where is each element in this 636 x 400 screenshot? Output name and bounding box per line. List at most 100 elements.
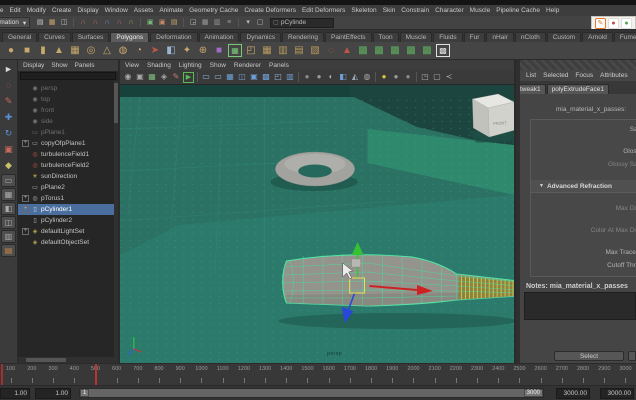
shelf-tab[interactable]: Curves <box>38 32 71 42</box>
timeline-playhead[interactable] <box>95 364 97 385</box>
default-lighting-icon[interactable]: ● <box>378 71 390 83</box>
shelf-tab[interactable]: Fur <box>464 32 486 42</box>
menu-item[interactable]: Modify <box>27 7 46 14</box>
field-chart-icon[interactable]: ◫ <box>236 71 248 83</box>
snap-view-icon[interactable]: ∩ <box>113 17 125 28</box>
camera-lock-icon[interactable]: ▣ <box>134 71 146 83</box>
timeline-tick[interactable]: 1900 <box>382 364 403 385</box>
output-connections-icon[interactable]: ▣ <box>156 17 168 28</box>
timeline-tick[interactable]: 2400 <box>488 364 509 385</box>
attribute-editor-menu-item[interactable]: List <box>526 72 536 79</box>
no-lights-icon[interactable]: ● <box>402 71 414 83</box>
menu-item[interactable]: Animate <box>159 7 183 14</box>
snap-surface-icon[interactable]: ∩ <box>125 17 137 28</box>
menu-item[interactable]: Edit Deformers <box>302 7 345 14</box>
lights-icon[interactable]: ◧ <box>337 71 349 83</box>
nparticle-icon[interactable]: ◌ <box>323 43 339 58</box>
timeline-tick[interactable]: 700 <box>127 364 148 385</box>
sculpt-tool-icon[interactable]: ➤ <box>147 43 163 58</box>
record-icon[interactable]: ● <box>608 18 619 29</box>
menu-item[interactable]: Constrain <box>401 7 429 14</box>
viewport-menu-item[interactable]: Panels <box>269 62 289 69</box>
node-tab[interactable]: tweak1 <box>520 84 546 94</box>
outliner-row[interactable]: + ◎ turbulenceField1 <box>18 149 118 160</box>
resolution-gate-icon[interactable]: ▭ <box>212 71 224 83</box>
poly-smooth-icon[interactable]: ✦ <box>179 43 195 58</box>
outliner-row[interactable]: + ◉ front <box>18 105 118 116</box>
timeline-tick[interactable]: 1700 <box>339 364 360 385</box>
recorder-logo-icon[interactable]: ✎ <box>595 18 606 29</box>
make-live-icon[interactable]: ▦ <box>228 44 242 57</box>
node-tab[interactable]: polyExtrudeFace1 <box>547 84 609 94</box>
menu-item[interactable]: Window <box>105 7 128 14</box>
viewport-canvas[interactable]: FRONT <box>120 85 514 363</box>
layout-hypershade-button[interactable]: ▥ <box>1 230 16 243</box>
timeline-tick[interactable]: 2200 <box>445 364 466 385</box>
outliner-menu-item[interactable]: Show <box>51 62 67 69</box>
notes-textarea[interactable] <box>524 292 636 320</box>
layout-persp-outliner-button[interactable]: ◧ <box>1 202 16 215</box>
attribute-row[interactable]: ▼ Samples <box>531 123 636 136</box>
quick-select-page-icon[interactable]: ▢ <box>254 17 266 28</box>
range-end-handle[interactable]: 3000 <box>524 389 543 397</box>
attribute-editor-menu-item[interactable]: Attributes <box>600 72 627 79</box>
viewport-menu-item[interactable]: Lighting <box>179 62 202 69</box>
render-view-icon[interactable]: ◲ <box>187 17 199 28</box>
expand-toggle[interactable]: + <box>22 195 29 202</box>
film-gate-icon[interactable]: ▭ <box>200 71 212 83</box>
viewport-menu-item[interactable]: Shading <box>147 62 171 69</box>
shelf-tab[interactable]: FumeFX <box>614 32 636 42</box>
load-attributes-button[interactable] <box>628 351 636 361</box>
make-passive-collider-icon[interactable]: ▩ <box>371 43 387 58</box>
poly-sphere-icon[interactable]: ● <box>3 43 19 58</box>
viewport-menu-item[interactable]: View <box>125 62 139 69</box>
playback-end-field[interactable]: 3000.00 <box>556 388 590 399</box>
expand-toggle[interactable]: + <box>22 206 29 213</box>
hud-icon[interactable]: ▥ <box>284 71 296 83</box>
poly-extract-icon[interactable]: ◰ <box>243 43 259 58</box>
outliner-row[interactable]: + ◈ defaultObjectSet <box>18 237 118 248</box>
rotate-tool[interactable]: ↻ <box>2 126 16 140</box>
separator[interactable] <box>73 18 74 27</box>
timeline-tick[interactable]: 1200 <box>233 364 254 385</box>
shadows-icon[interactable]: ◭ <box>349 71 361 83</box>
layout-four-pane-button[interactable]: ▦ <box>1 188 16 201</box>
expand-toggle[interactable]: + <box>22 140 29 147</box>
image-plane-icon[interactable]: ◈ <box>158 71 170 83</box>
select-button[interactable]: Select <box>554 351 624 361</box>
outliner-menu-item[interactable]: Panels <box>75 62 95 69</box>
menu-item[interactable]: File <box>0 7 3 14</box>
shelf-tab[interactable]: PaintEffects <box>325 32 372 42</box>
shelf-tab[interactable]: nCloth <box>515 32 546 42</box>
capture-icon[interactable]: ● <box>621 18 632 29</box>
timeline-tick[interactable]: 400 <box>64 364 85 385</box>
attribute-row[interactable]: ▼ Glossiness <box>531 145 636 158</box>
outliner-row[interactable]: + ◉ side <box>18 116 118 127</box>
poly-cone-icon[interactable]: ▲ <box>51 43 67 58</box>
outliner-row[interactable]: + ▯ pCylinder1 <box>18 204 118 215</box>
input-connections-icon[interactable]: ▣ <box>144 17 156 28</box>
menu-item[interactable]: Assets <box>134 7 154 14</box>
subdiv-cube-icon[interactable]: ■ <box>211 43 227 58</box>
shelf-tab[interactable]: Deformation <box>150 32 197 42</box>
timeline-tick[interactable]: 100 <box>0 364 21 385</box>
snap-grid-icon[interactable]: ∩ <box>77 17 89 28</box>
menu-item[interactable]: Pipeline Cache <box>496 7 540 14</box>
poly-cube-icon[interactable]: ■ <box>19 43 35 58</box>
time-slider[interactable]: 100 200 300 400 500 600 700 800 900 1000… <box>0 363 636 386</box>
separator[interactable] <box>298 72 299 82</box>
menu-item[interactable]: Display <box>77 7 98 14</box>
shelf-tab[interactable]: Custom <box>547 32 581 42</box>
screen-ao-icon[interactable]: ◍ <box>361 71 373 83</box>
timeline-tick[interactable]: 2900 <box>594 364 615 385</box>
outliner-row[interactable]: + ▭ pPlane2 <box>18 182 118 193</box>
poly-torus-icon[interactable]: ◎ <box>83 43 99 58</box>
quick-selection-field[interactable]: ▢ pCylinde <box>270 18 334 28</box>
poly-pipe-icon[interactable]: ◍ <box>115 43 131 58</box>
ncache-icon[interactable]: ▩ <box>403 43 419 58</box>
menu-item[interactable]: Geometry Cache <box>189 7 238 14</box>
layout-persp-graph-button[interactable]: ◫ <box>1 216 16 229</box>
timeline-tick[interactable]: 800 <box>148 364 169 385</box>
timeline-tick[interactable]: 3000 <box>615 364 636 385</box>
fumefx-shelf-icon[interactable]: ▩ <box>436 44 450 57</box>
